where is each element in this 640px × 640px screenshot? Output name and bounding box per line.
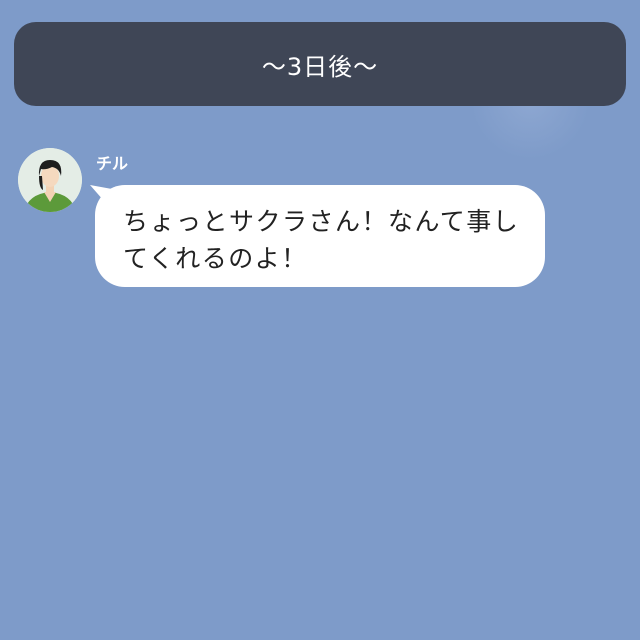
- chat-screen: 〜3日後〜 チル ちょっとサクラさん！なんて事し てくれるのよ！: [0, 0, 640, 640]
- sender-name: チル: [96, 154, 129, 173]
- avatar[interactable]: [18, 148, 82, 212]
- date-banner: 〜3日後〜: [14, 22, 626, 106]
- date-banner-text: 〜3日後〜: [261, 52, 379, 81]
- message-line: ちょっとサクラさん！なんて事し: [123, 207, 520, 236]
- message-bubble[interactable]: ちょっとサクラさん！なんて事し てくれるのよ！: [95, 185, 545, 287]
- user-avatar-icon: [18, 148, 82, 212]
- message-line: てくれるのよ！: [123, 244, 308, 273]
